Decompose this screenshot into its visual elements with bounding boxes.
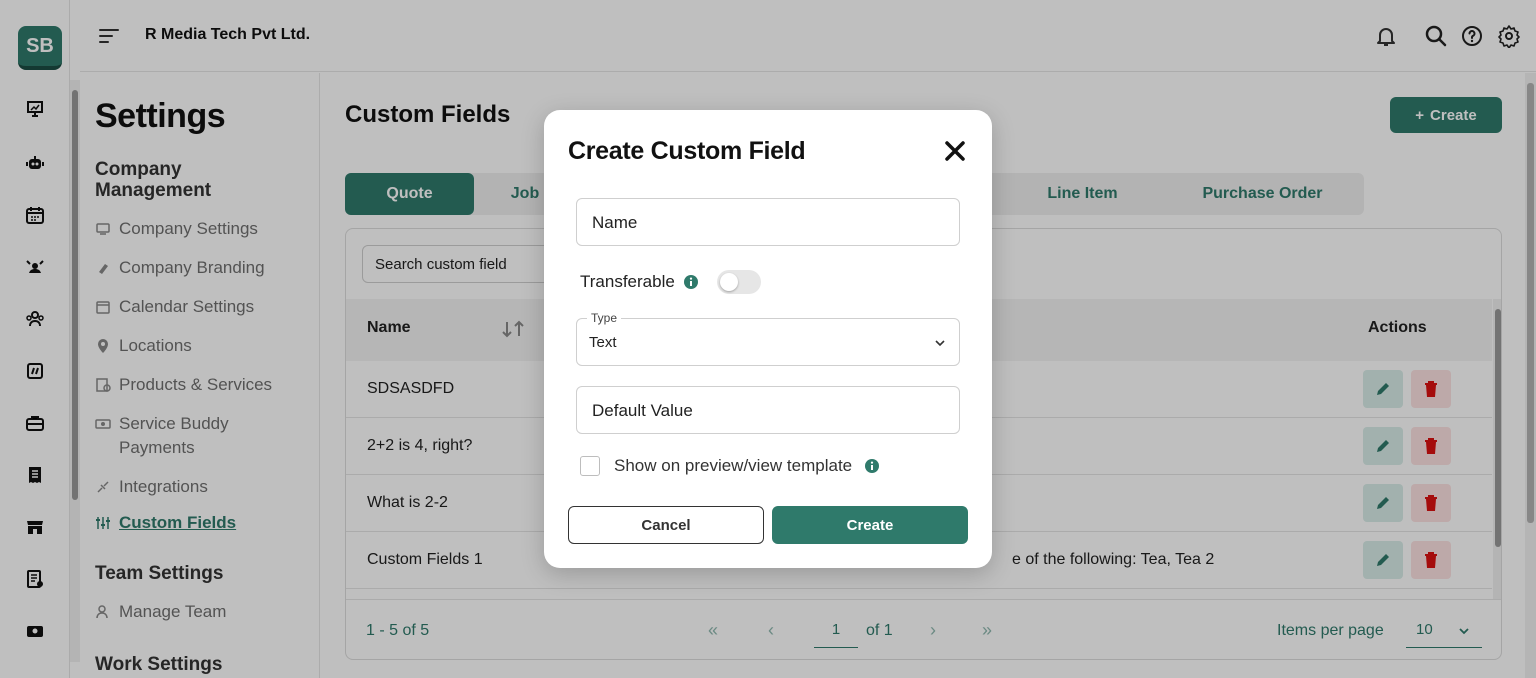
type-value: Text [589, 334, 617, 351]
transferable-toggle[interactable] [716, 270, 761, 294]
dialog-title: Create Custom Field [568, 137, 806, 165]
transferable-row: Transferable [580, 270, 761, 294]
name-input[interactable]: Name [576, 198, 960, 246]
create-custom-field-dialog: Create Custom Field Name Transferable Ty… [544, 110, 992, 568]
show-on-template-row: Show on preview/view template [580, 456, 880, 476]
cancel-button[interactable]: Cancel [568, 506, 764, 544]
type-label: Type [587, 311, 622, 325]
info-icon[interactable] [683, 274, 699, 290]
close-icon[interactable] [942, 138, 968, 164]
show-on-template-label: Show on preview/view template [614, 456, 853, 475]
type-select[interactable]: Type Text [576, 311, 960, 366]
transferable-label: Transferable [580, 272, 675, 291]
info-icon[interactable] [864, 458, 880, 474]
create-button[interactable]: Create [772, 506, 968, 544]
chevron-down-icon [935, 340, 945, 347]
default-value-input[interactable]: Default Value [576, 386, 960, 434]
show-on-template-checkbox[interactable] [580, 456, 600, 476]
